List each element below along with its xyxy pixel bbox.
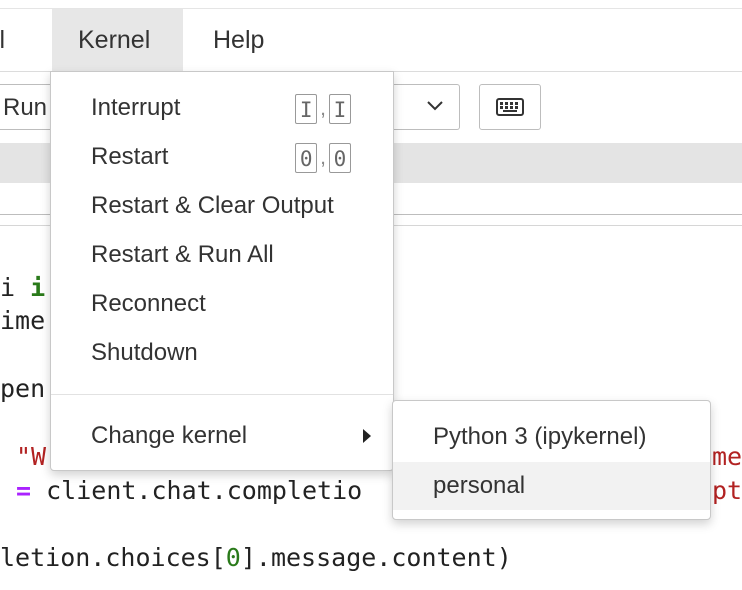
chevron-down-icon [427,101,443,111]
code-line: i i [0,273,45,303]
menu-cell[interactable]: ell [0,9,50,71]
shortcut-key: 0 [329,143,351,173]
menu-item-label: Change kernel [91,422,248,449]
kernel-option-personal[interactable]: personal [393,462,710,510]
code-number: 0 [225,543,241,572]
code-text: ].message.content) [240,543,512,572]
keyboard-icon [496,98,524,116]
run-button[interactable]: Run [0,84,56,130]
kernel-option-label: Python 3 (ipykernel) [433,423,647,450]
menu-item-label: Restart & Run All [91,241,274,268]
code-text: i [0,273,31,302]
menu-item-shutdown[interactable]: Shutdown [51,331,393,375]
menu-item-change-kernel[interactable]: Change kernel [51,414,393,458]
kernel-option-label: personal [433,472,526,499]
menu-help[interactable]: Help [187,9,287,71]
menu-item-label: Restart [91,143,169,170]
kernel-menu: Interrupt I,I Restart 0,0 Restart & Clea… [50,71,394,471]
menu-item-restart-run-all[interactable]: Restart & Run All [51,233,393,277]
code-text: client.chat.completio [31,476,363,505]
shortcut-key: I [329,94,351,124]
shortcut-hint: 0,0 [295,143,351,173]
code-string: me [712,442,742,471]
shortcut-key: I [295,94,318,124]
code-text: letion.choices[ [0,543,226,572]
menu-item-label: Interrupt [91,94,181,121]
menu-kernel[interactable]: Kernel [52,9,183,71]
kernel-option-python3[interactable]: Python 3 (ipykernel) [393,413,710,461]
menu-item-restart[interactable]: Restart 0,0 [51,135,393,179]
menu-item-label: Reconnect [91,290,206,317]
change-kernel-submenu: Python 3 (ipykernel) personal [392,400,711,520]
menu-item-label: Restart & Clear Output [91,192,334,219]
code-string: pt [712,476,742,505]
submenu-arrow-icon [363,429,371,443]
command-palette-button[interactable] [479,84,541,130]
menu-divider [51,394,393,395]
code-line: ime [0,306,46,335]
code-line: pen [0,374,46,403]
menu-item-reconnect[interactable]: Reconnect [51,282,393,326]
menu-item-restart-clear-output[interactable]: Restart & Clear Output [51,184,393,228]
top-strip [0,0,742,9]
shortcut-hint: I,I [295,94,351,124]
menu-item-interrupt[interactable]: Interrupt I,I [51,86,393,130]
code-string: "W [16,442,47,471]
menu-item-label: Shutdown [91,339,198,366]
menubar: ell Kernel Help [0,9,742,72]
code-keyword: i [30,273,46,302]
notebook-window: ell Kernel Help Run [0,0,742,590]
shortcut-key: 0 [295,143,318,173]
code-line: letion.choices[0].message.content) [0,543,512,573]
code-line: = client.chat.completio [16,476,362,506]
code-operator: = [16,476,32,505]
